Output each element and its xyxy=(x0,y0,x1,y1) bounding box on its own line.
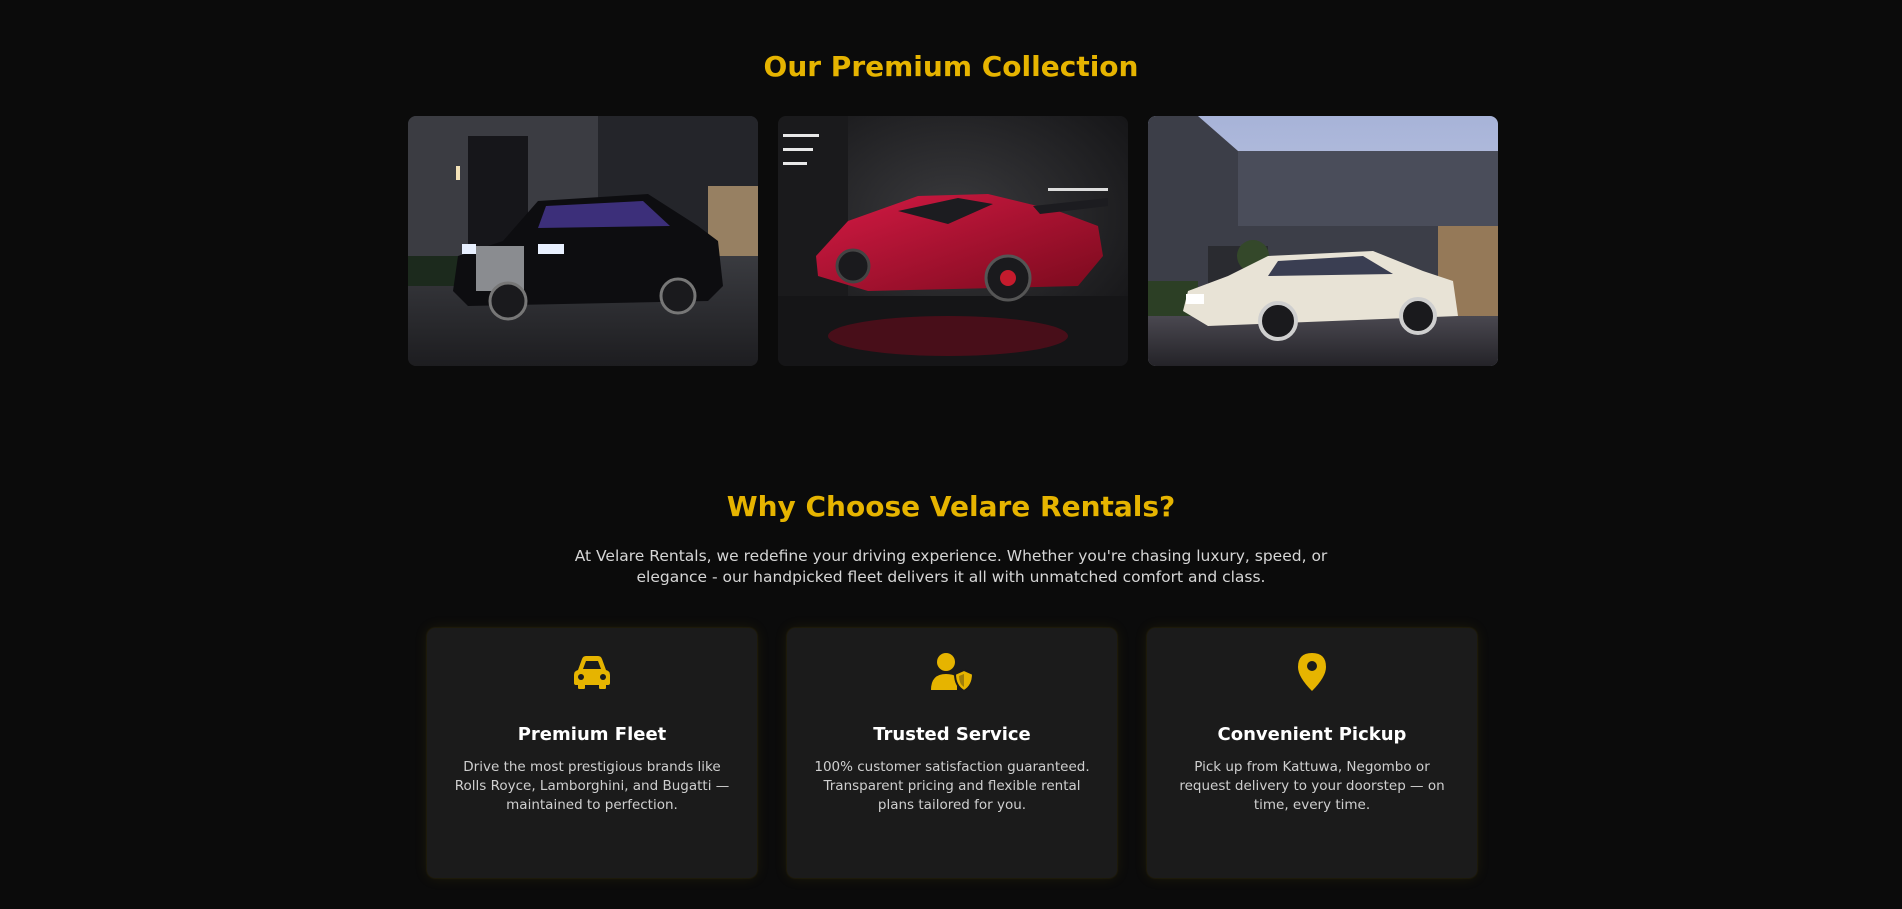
car-image-red-supercar[interactable] xyxy=(778,116,1128,366)
user-shield-icon xyxy=(787,652,1117,696)
feature-text: Drive the most prestigious brands like R… xyxy=(454,759,730,813)
feature-text: Pick up from Kattuwa, Negombo or request… xyxy=(1179,759,1445,813)
feature-text: 100% customer satisfaction guaranteed. T… xyxy=(814,759,1090,813)
why-title: Why Choose Velare Rentals? xyxy=(726,490,1176,523)
feature-card-premium-fleet: Premium Fleet Drive the most prestigious… xyxy=(427,628,757,878)
feature-title: Trusted Service xyxy=(873,724,1031,745)
location-pin-icon xyxy=(1147,652,1477,696)
car-image-white-sedan[interactable] xyxy=(1148,116,1498,366)
car-image-black-sedan[interactable] xyxy=(408,116,758,366)
feature-card-trusted-service: Trusted Service 100% customer satisfacti… xyxy=(787,628,1117,878)
feature-card-convenient-pickup: Convenient Pickup Pick up from Kattuwa, … xyxy=(1147,628,1477,878)
why-intro: At Velare Rentals, we redefine your driv… xyxy=(574,547,1328,586)
feature-title: Convenient Pickup xyxy=(1217,724,1407,745)
car-gallery xyxy=(408,116,1498,366)
collection-title: Our Premium Collection xyxy=(763,50,1139,83)
car-icon xyxy=(427,652,757,696)
feature-title: Premium Fleet xyxy=(517,724,667,745)
